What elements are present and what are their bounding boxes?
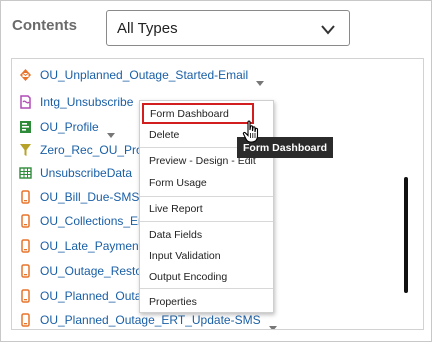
list-item-label[interactable]: OU_Collections_Ente <box>40 214 155 228</box>
sms-template-icon <box>19 214 32 228</box>
list-item-label[interactable]: OU_Bill_Due-SMS <box>40 190 139 204</box>
scrollbar-thumb[interactable] <box>404 177 408 293</box>
data-table-icon <box>19 166 32 180</box>
hand-pointer-icon <box>242 120 262 144</box>
list-item[interactable]: Zero_Rec_OU_Profile <box>19 140 158 160</box>
list-item[interactable]: UnsubscribeData <box>19 163 132 183</box>
list-item-label[interactable]: Intg_Unsubscribe <box>40 95 133 109</box>
menu-divider <box>140 288 273 289</box>
list-item-label[interactable]: OU_Late_Payment-S <box>40 239 154 253</box>
menu-item-form-usage[interactable]: Form Usage <box>140 173 273 193</box>
sms-template-icon <box>19 264 32 278</box>
caret-down-icon[interactable] <box>268 318 277 329</box>
sms-template-icon <box>19 239 32 253</box>
sms-template-icon <box>19 313 32 327</box>
sms-template-icon <box>19 289 32 303</box>
list-item-label[interactable]: OU_Profile <box>40 120 99 134</box>
type-filter-select[interactable]: All Types <box>106 10 350 46</box>
menu-item-input-validation[interactable]: Input Validation <box>140 246 273 266</box>
list-item[interactable]: Intg_Unsubscribe <box>19 92 150 113</box>
list-item[interactable]: OU_Planned_Outage <box>19 286 155 306</box>
menu-divider <box>140 196 273 197</box>
integration-icon <box>19 95 32 109</box>
menu-item-form-dashboard[interactable]: Form Dashboard <box>142 103 254 124</box>
contents-panel-frame: Contents All Types OU_Unplanned_Outage_S… <box>0 0 432 342</box>
list-item-label[interactable]: UnsubscribeData <box>40 166 132 180</box>
menu-item-output-encoding[interactable]: Output Encoding <box>140 267 273 287</box>
menu-item-properties[interactable]: Properties <box>140 292 273 312</box>
type-filter-value: All Types <box>117 20 178 37</box>
menu-divider <box>140 221 273 222</box>
list-item[interactable]: OU_Collections_Ente <box>19 211 155 231</box>
list-item-label[interactable]: OU_Outage_Restore <box>40 264 153 278</box>
list-item[interactable]: OU_Planned_Outage_ERT_Update-SMS <box>19 310 277 329</box>
list-item[interactable]: OU_Outage_Restore <box>19 261 153 281</box>
list-item-label[interactable]: OU_Planned_Outage <box>40 289 155 303</box>
caret-down-icon[interactable] <box>106 125 115 138</box>
email-template-icon <box>19 68 32 82</box>
list-item[interactable]: OU_Bill_Due-SMS <box>19 187 139 207</box>
menu-item-live-report[interactable]: Live Report <box>140 199 273 219</box>
profile-form-icon <box>19 120 32 134</box>
menu-item-data-fields[interactable]: Data Fields <box>140 225 273 245</box>
contents-label: Contents <box>12 17 77 34</box>
chevron-down-icon <box>321 22 335 35</box>
list-item-label[interactable]: OU_Unplanned_Outage_Started-Email <box>40 68 248 82</box>
filter-icon <box>19 143 32 157</box>
list-item[interactable]: OU_Late_Payment-S <box>19 236 154 256</box>
list-item[interactable]: OU_Profile <box>19 117 115 138</box>
caret-down-icon[interactable] <box>256 73 265 86</box>
list-item[interactable]: OU_Unplanned_Outage_Started-Email <box>19 65 265 86</box>
list-item-label[interactable]: OU_Planned_Outage_ERT_Update-SMS <box>40 313 261 327</box>
sms-template-icon <box>19 190 32 204</box>
